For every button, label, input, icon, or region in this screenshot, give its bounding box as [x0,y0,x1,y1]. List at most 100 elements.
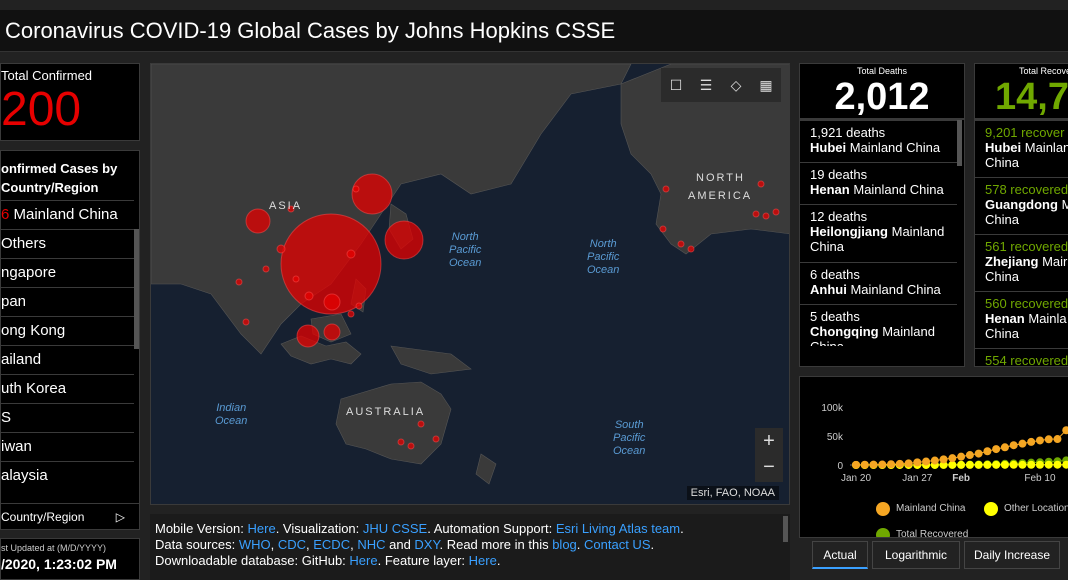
region-list-item[interactable]: 6 Mainland China [1,200,134,230]
series-point[interactable] [895,459,904,468]
series-point[interactable] [1035,436,1044,445]
region-list-item[interactable]: ailand [1,345,134,375]
case-bubble[interactable] [304,291,314,301]
case-bubble[interactable] [384,220,424,260]
case-bubble[interactable] [276,244,286,254]
case-bubble[interactable] [292,275,300,283]
death-list-item[interactable]: 1,921 deaths Hubei Mainland China [800,120,957,162]
bookmark-icon[interactable]: ☐ [667,76,685,94]
series-point[interactable] [1027,437,1036,446]
info-link[interactable]: JHU CSSE [363,521,427,536]
death-list-item[interactable]: 19 deaths Henan Mainland China [800,162,957,204]
case-bubble[interactable] [347,310,355,318]
layers-icon[interactable]: ◇ [727,76,745,94]
case-bubble[interactable] [407,442,415,450]
death-list-item[interactable]: 5 deathsChongqing Mainland China [800,304,957,346]
death-list-item[interactable]: 12 deaths Heilongjiang Mainland China [800,204,957,261]
case-bubble[interactable] [687,245,695,253]
case-bubble[interactable] [662,185,670,193]
series-point[interactable] [1018,439,1027,448]
series-point[interactable] [939,455,948,464]
case-bubble[interactable] [677,240,685,248]
recovered-list-item[interactable]: 560 recovered Henan Mainla China [975,291,1068,348]
case-bubble[interactable] [432,435,440,443]
series-point[interactable] [1009,460,1018,469]
series-point[interactable] [913,458,922,467]
map-view[interactable]: ASIA NORTH AMERICA AUSTRALIA North Pacif… [150,63,790,505]
qr-icon[interactable]: ▦ [757,76,775,94]
case-bubble[interactable] [296,324,320,348]
series-point[interactable] [983,460,992,469]
case-bubble[interactable] [351,173,393,215]
recovered-list-item[interactable]: 561 recovered Zhejiang Mair China [975,234,1068,291]
info-link[interactable]: Here [469,553,497,568]
series-point[interactable] [992,445,1001,454]
case-bubble[interactable] [323,293,341,311]
recovered-list-item[interactable]: 578 recoveredGuangdong MChina [975,177,1068,234]
case-bubble[interactable] [245,208,271,234]
case-bubble[interactable] [355,302,363,310]
info-link[interactable]: Here [349,553,377,568]
case-bubble[interactable] [323,323,341,341]
info-link[interactable]: blog [552,537,577,552]
info-link[interactable]: NHC [357,537,385,552]
case-bubble[interactable] [659,225,667,233]
deaths-list-scrollbar[interactable] [957,120,962,166]
info-link[interactable]: ECDC [313,537,350,552]
tab-actual[interactable]: Actual [812,541,868,569]
info-link[interactable]: CDC [278,537,306,552]
series-point[interactable] [983,447,992,456]
series-point[interactable] [1009,441,1018,450]
series-point[interactable] [957,452,966,461]
case-bubble[interactable] [417,420,425,428]
chevron-right-icon[interactable]: ▷ [116,504,125,529]
tab-daily-increase[interactable]: Daily Increase [964,541,1060,569]
series-point[interactable] [887,460,896,469]
region-list-item[interactable]: Others [1,229,134,259]
case-bubble[interactable] [352,185,360,193]
case-bubble[interactable] [752,210,760,218]
region-list-item[interactable]: pan [1,287,134,317]
case-bubble[interactable] [397,438,405,446]
series-point[interactable] [974,460,983,469]
series-point[interactable] [852,460,860,469]
series-point[interactable] [957,460,966,469]
region-list-item[interactable]: uth Korea [1,374,134,404]
case-bubble[interactable] [757,180,765,188]
series-point[interactable] [1000,460,1009,469]
recovered-list-item[interactable]: 9,201 recover Hubei Mainlan China [975,120,1068,177]
case-bubble[interactable] [235,278,243,286]
info-link[interactable]: DXY [414,537,439,552]
series-point[interactable] [992,460,1001,469]
series-point[interactable] [1035,460,1044,469]
zoom-in-button[interactable]: + [755,428,783,456]
death-list-item[interactable]: 6 deaths Anhui Mainland China [800,262,957,304]
case-bubble[interactable] [242,318,250,326]
series-point[interactable] [904,459,913,468]
case-bubble[interactable] [772,208,780,216]
region-list-item[interactable]: ong Kong [1,316,134,346]
region-list-item[interactable]: iwan [1,432,134,462]
region-list-item[interactable]: ngapore [1,258,134,288]
case-bubble[interactable] [262,265,270,273]
region-list-item[interactable]: alaysia [1,461,134,491]
series-point[interactable] [1018,460,1027,469]
zoom-out-button[interactable]: − [755,454,783,482]
info-link[interactable]: Esri Living Atlas team [556,521,680,536]
list-icon[interactable]: ☰ [697,76,715,94]
series-point[interactable] [1000,443,1009,452]
info-scrollbar[interactable] [783,516,788,542]
series-point[interactable] [1044,460,1053,469]
info-link[interactable]: Here [248,521,276,536]
region-list-footer[interactable]: Country/Region ▷ [1,503,139,529]
case-bubble[interactable] [762,212,770,220]
region-list-scrollbar[interactable] [134,229,139,349]
series-point[interactable] [1053,435,1062,444]
series-point[interactable] [878,460,887,469]
series-point[interactable] [948,454,957,463]
series-point[interactable] [869,460,878,469]
info-link[interactable]: Contact US [584,537,650,552]
series-point[interactable] [922,457,931,466]
region-list-item[interactable]: S [1,403,134,433]
map-canvas[interactable] [151,64,790,505]
